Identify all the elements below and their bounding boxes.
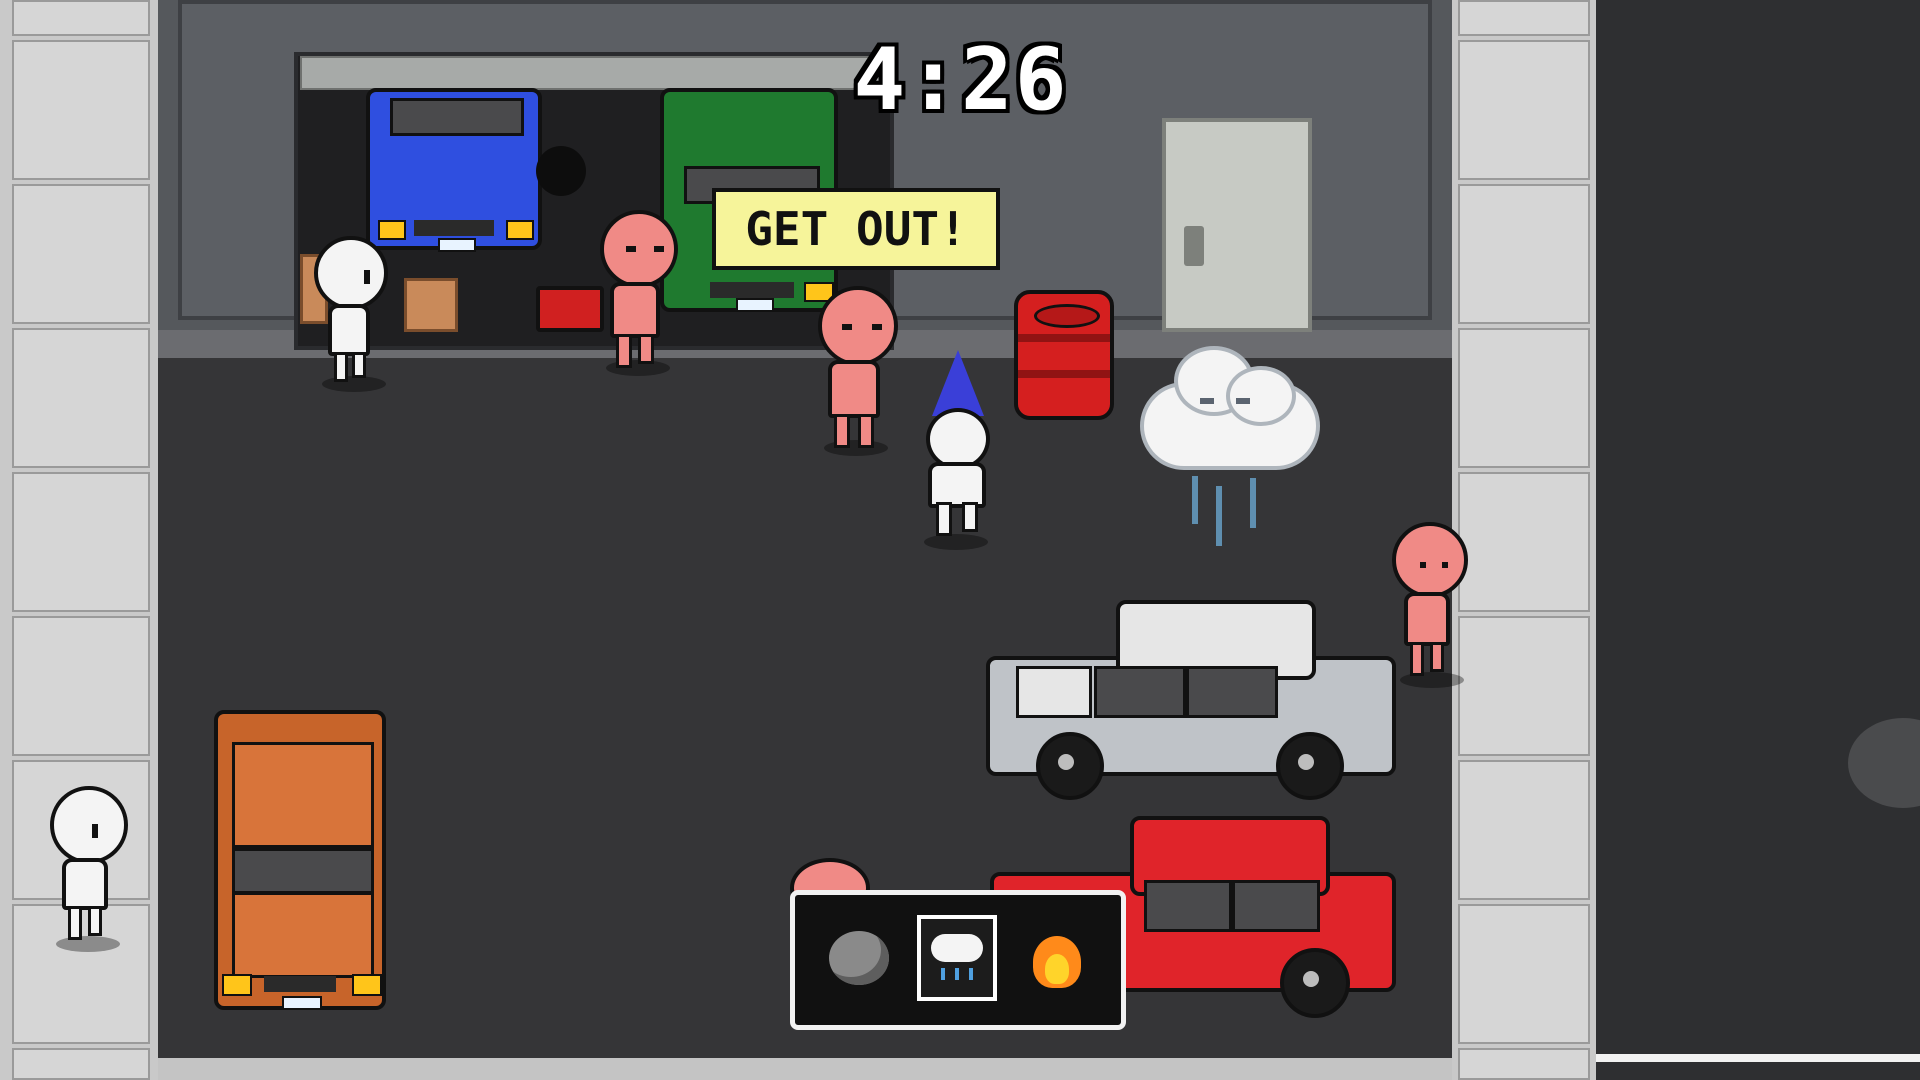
wizard-player[interactable] [910, 350, 1006, 550]
pink-npc-right[interactable] [1388, 522, 1472, 688]
hotbar-slot-rock[interactable] [819, 915, 899, 1001]
shouting-pink-npc[interactable] [810, 286, 902, 458]
white-npc[interactable] [310, 236, 394, 396]
far-right-area [1596, 0, 1920, 1080]
door-handle [1184, 226, 1204, 266]
orange-car[interactable] [214, 710, 386, 1010]
countdown-timer: 4:26 [853, 30, 1069, 130]
hotbar-slot-fire[interactable] [1017, 915, 1097, 1001]
oil-stain [536, 146, 586, 196]
angry-pink-npc[interactable] [592, 210, 682, 378]
manhole-cover [1848, 718, 1920, 808]
red-barrel[interactable] [1014, 290, 1114, 420]
rock-icon [829, 931, 889, 985]
garage-shutter [300, 56, 884, 90]
spell-hotbar [790, 890, 1126, 1030]
speech-bubble: GET OUT! [712, 188, 1000, 270]
blue-car[interactable] [366, 88, 542, 252]
cardboard-box [404, 278, 458, 332]
side-door[interactable] [1162, 118, 1312, 332]
road-bottom-curb [158, 1058, 1452, 1080]
hotbar-slot-rain-cloud[interactable] [917, 915, 997, 1001]
damaged-white-car[interactable] [986, 600, 1396, 800]
rain-cloud-icon [927, 930, 987, 986]
right-sidewalk [1452, 0, 1596, 1080]
white-npc-bottom[interactable] [46, 786, 132, 954]
wizard-hat-icon [932, 350, 984, 416]
rain-cloud-spell [1130, 346, 1330, 566]
fire-icon [1027, 926, 1087, 990]
